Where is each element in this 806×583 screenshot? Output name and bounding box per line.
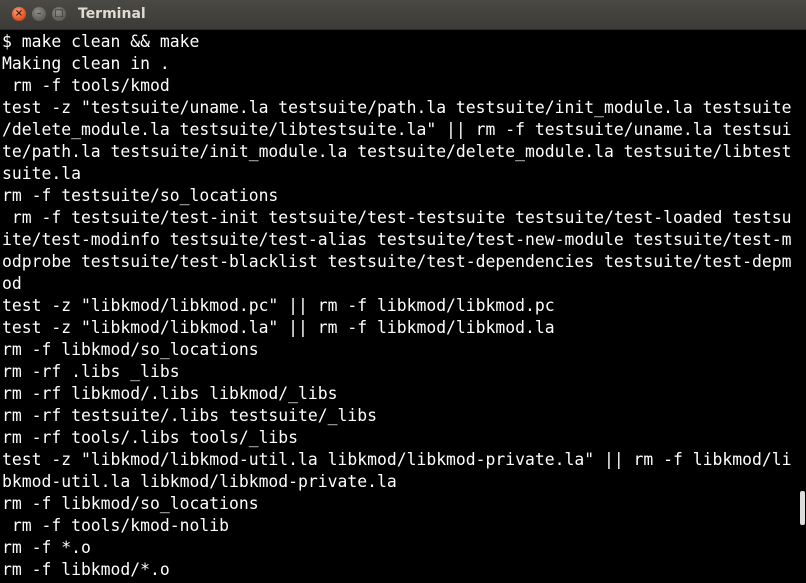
terminal-line: test -z "libkmod/libkmod-util.la libkmod… (2, 450, 792, 469)
terminal-line: od (2, 274, 22, 293)
terminal-line: ite/test-modinfo testsuite/test-alias te… (2, 230, 792, 249)
terminal-line: Making clean in . (2, 54, 170, 73)
terminal-line: rm -f tools/kmod-nolib (2, 516, 229, 535)
terminal-line: rm -f libkmod/*.o (2, 560, 170, 579)
terminal-line: rm -f *.o (2, 538, 91, 557)
terminal-line: rm -rf .libs _libs (2, 362, 180, 381)
terminal-line: $ make clean && make (2, 32, 200, 51)
terminal-line: rm -rf testsuite/.libs testsuite/_libs (2, 406, 377, 425)
terminal-line: rm -f libkmod/so_locations (2, 494, 259, 513)
window-title: Terminal (78, 6, 146, 22)
terminal-line: bkmod-util.la libkmod/libkmod-private.la (2, 472, 397, 491)
terminal-line: test -z "libkmod/libkmod.la" || rm -f li… (2, 318, 555, 337)
terminal-line: rm -f libkmod/so_locations (2, 340, 259, 359)
terminal-window: × – □ Terminal $ make clean && make Makin… (0, 0, 806, 583)
terminal-line: test -z "testsuite/uname.la testsuite/pa… (2, 98, 792, 117)
terminal-line: suite.la (2, 164, 81, 183)
terminal-line: te/path.la testsuite/init_module.la test… (2, 142, 792, 161)
terminal-line: rm -f testsuite/so_locations (2, 186, 279, 205)
terminal-line: odprobe testsuite/test-blacklist testsui… (2, 252, 792, 271)
scrollbar-thumb[interactable] (800, 491, 805, 525)
close-button[interactable]: × (12, 7, 26, 21)
terminal-line: /delete_module.la testsuite/libtestsuite… (2, 120, 792, 139)
title-bar[interactable]: × – □ Terminal (0, 0, 806, 30)
minimize-button[interactable]: – (32, 7, 46, 21)
terminal-line: rm -rf tools/.libs tools/_libs (2, 428, 299, 447)
terminal-output[interactable]: $ make clean && make Making clean in . rm… (2, 31, 798, 583)
terminal-line: rm -f testsuite/test-init testsuite/test… (2, 208, 792, 227)
maximize-icon: □ (54, 8, 64, 19)
terminal-line: test -z "libkmod/libkmod.pc" || rm -f li… (2, 296, 555, 315)
terminal-line: rm -rf libkmod/.libs libkmod/_libs (2, 384, 338, 403)
minimize-icon: – (36, 8, 42, 19)
close-icon: × (14, 8, 24, 19)
maximize-button[interactable]: □ (52, 7, 66, 21)
terminal-line: rm -f tools/kmod (2, 76, 170, 95)
